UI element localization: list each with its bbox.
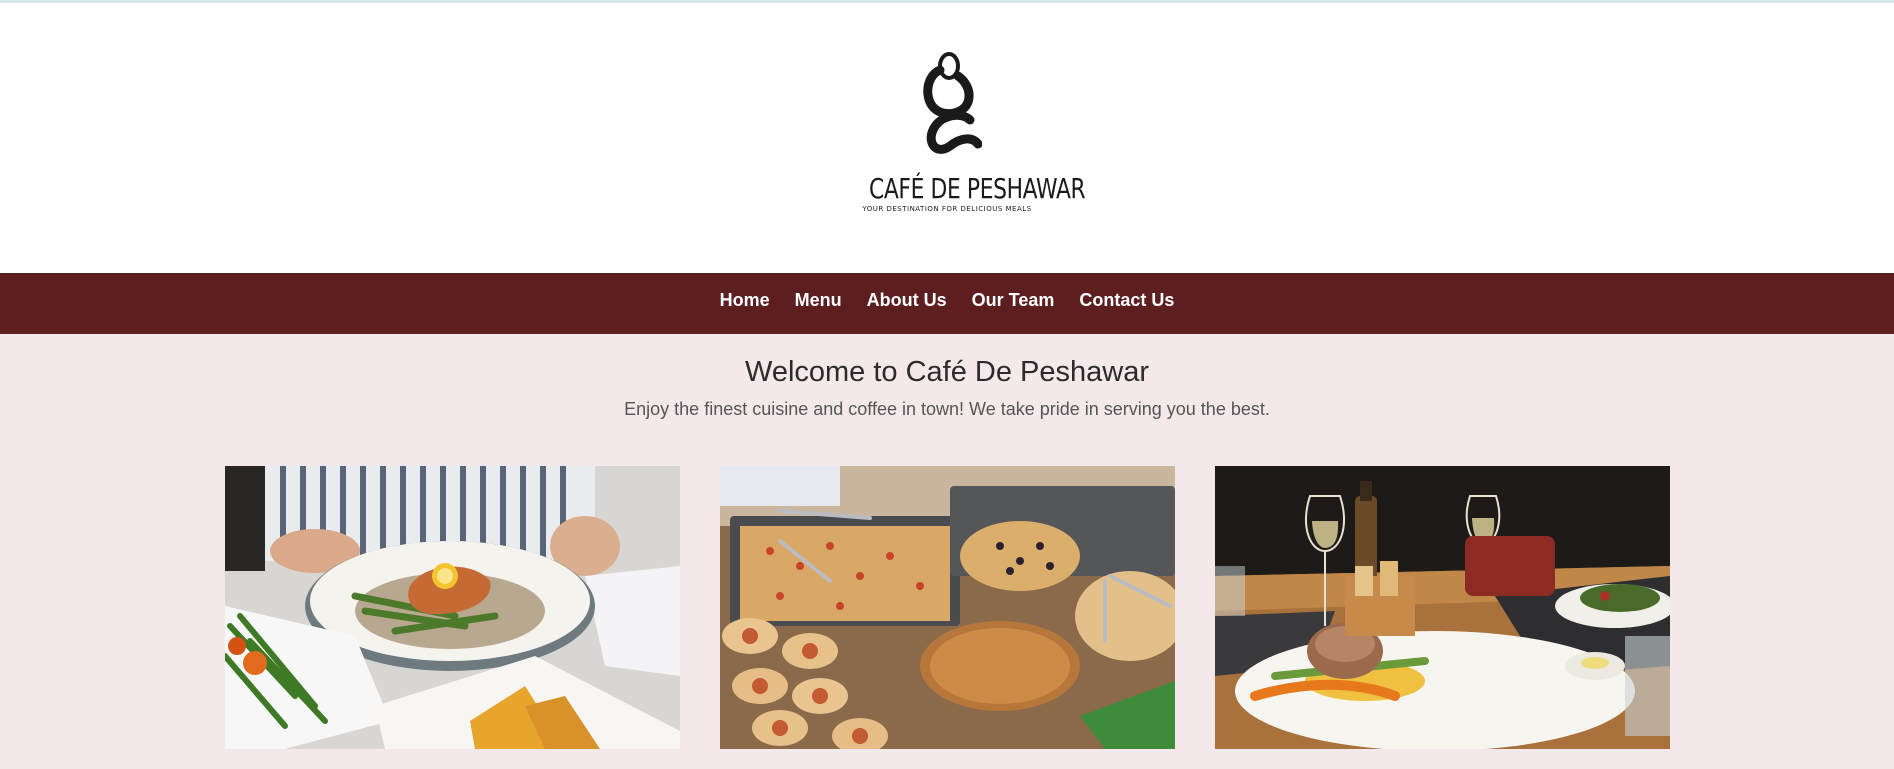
nav-list: Home Menu About Us Our Team Contact Us [0,273,1894,334]
nav-item-home[interactable]: Home [720,290,770,311]
welcome-subtitle: Enjoy the finest cuisine and coffee in t… [624,399,1270,419]
nav-item-menu[interactable]: Menu [795,290,842,311]
nav-item-our-team[interactable]: Our Team [972,290,1055,311]
food-gallery [0,466,1894,769]
nav-item-contact-us[interactable]: Contact Us [1079,290,1174,311]
nav-item-about-us[interactable]: About Us [867,290,947,311]
seated-figure-logo-icon [923,52,982,154]
welcome-section: Welcome to Café De Peshawar Enjoy the fi… [0,334,1894,420]
baked-goods-buffet-photo [720,466,1175,749]
site-header: CAFÉ DE PESHAWAR YOUR DESTINATION FOR DE… [0,3,1894,273]
welcome-title: Welcome to Café De Peshawar [744,356,1150,388]
logo-tagline: YOUR DESTINATION FOR DELICIOUS MEALS [862,205,1032,213]
salmon-dish-photo [225,466,680,749]
fine-dining-plate-photo [1215,466,1670,749]
logo-name: CAFÉ DE PESHAWAR [869,172,1086,205]
main-navbar: Home Menu About Us Our Team Contact Us [0,273,1894,334]
cafe-logo[interactable]: CAFÉ DE PESHAWAR YOUR DESTINATION FOR DE… [847,48,1086,233]
